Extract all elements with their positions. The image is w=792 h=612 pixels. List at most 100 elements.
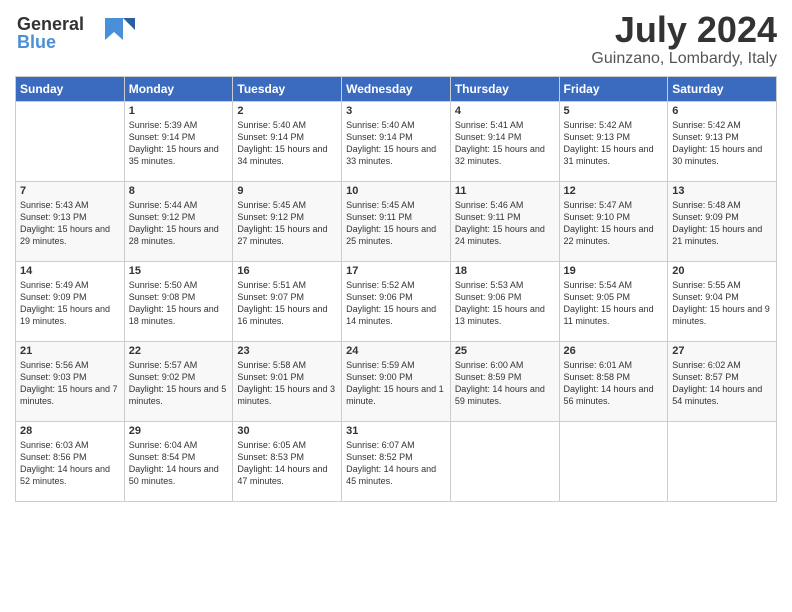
week-row-2: 7 Sunrise: 5:43 AMSunset: 9:13 PMDayligh…: [16, 181, 777, 261]
day-number: 21: [20, 345, 120, 357]
logo: General Blue: [15, 10, 145, 60]
col-friday: Friday: [559, 76, 668, 101]
cell-info: Sunrise: 5:49 AMSunset: 9:09 PMDaylight:…: [20, 279, 120, 328]
cell-info: Sunrise: 5:43 AMSunset: 9:13 PMDaylight:…: [20, 199, 120, 248]
day-number: 26: [564, 345, 664, 357]
cell-info: Sunrise: 6:02 AMSunset: 8:57 PMDaylight:…: [672, 359, 772, 408]
cell-w1-d6: 5 Sunrise: 5:42 AMSunset: 9:13 PMDayligh…: [559, 101, 668, 181]
col-thursday: Thursday: [450, 76, 559, 101]
day-number: 11: [455, 185, 555, 197]
day-number: 3: [346, 105, 446, 117]
cell-w2-d4: 10 Sunrise: 5:45 AMSunset: 9:11 PMDaylig…: [342, 181, 451, 261]
cell-w5-d3: 30 Sunrise: 6:05 AMSunset: 8:53 PMDaylig…: [233, 421, 342, 501]
cell-w3-d6: 19 Sunrise: 5:54 AMSunset: 9:05 PMDaylig…: [559, 261, 668, 341]
cell-w3-d5: 18 Sunrise: 5:53 AMSunset: 9:06 PMDaylig…: [450, 261, 559, 341]
month-year-title: July 2024: [591, 10, 777, 50]
cell-info: Sunrise: 6:01 AMSunset: 8:58 PMDaylight:…: [564, 359, 664, 408]
cell-info: Sunrise: 5:42 AMSunset: 9:13 PMDaylight:…: [564, 119, 664, 168]
day-number: 30: [237, 425, 337, 437]
cell-info: Sunrise: 5:58 AMSunset: 9:01 PMDaylight:…: [237, 359, 337, 408]
day-number: 15: [129, 265, 229, 277]
day-number: 31: [346, 425, 446, 437]
day-number: 8: [129, 185, 229, 197]
cell-w5-d6: [559, 421, 668, 501]
cell-w2-d3: 9 Sunrise: 5:45 AMSunset: 9:12 PMDayligh…: [233, 181, 342, 261]
cell-w2-d2: 8 Sunrise: 5:44 AMSunset: 9:12 PMDayligh…: [124, 181, 233, 261]
day-number: 5: [564, 105, 664, 117]
cell-w1-d2: 1 Sunrise: 5:39 AMSunset: 9:14 PMDayligh…: [124, 101, 233, 181]
cell-info: Sunrise: 5:41 AMSunset: 9:14 PMDaylight:…: [455, 119, 555, 168]
cell-w5-d7: [668, 421, 777, 501]
day-number: 24: [346, 345, 446, 357]
day-number: 13: [672, 185, 772, 197]
svg-text:General: General: [17, 14, 84, 34]
cell-w1-d4: 3 Sunrise: 5:40 AMSunset: 9:14 PMDayligh…: [342, 101, 451, 181]
day-number: 12: [564, 185, 664, 197]
day-number: 20: [672, 265, 772, 277]
cell-info: Sunrise: 5:56 AMSunset: 9:03 PMDaylight:…: [20, 359, 120, 408]
cell-info: Sunrise: 5:55 AMSunset: 9:04 PMDaylight:…: [672, 279, 772, 328]
cell-w2-d5: 11 Sunrise: 5:46 AMSunset: 9:11 PMDaylig…: [450, 181, 559, 261]
location-text: Guinzano, Lombardy, Italy: [591, 50, 777, 68]
cell-w5-d4: 31 Sunrise: 6:07 AMSunset: 8:52 PMDaylig…: [342, 421, 451, 501]
day-number: 14: [20, 265, 120, 277]
day-number: 9: [237, 185, 337, 197]
day-number: 16: [237, 265, 337, 277]
cell-info: Sunrise: 6:07 AMSunset: 8:52 PMDaylight:…: [346, 439, 446, 488]
cell-info: Sunrise: 6:03 AMSunset: 8:56 PMDaylight:…: [20, 439, 120, 488]
header-row: Sunday Monday Tuesday Wednesday Thursday…: [16, 76, 777, 101]
cell-w5-d2: 29 Sunrise: 6:04 AMSunset: 8:54 PMDaylig…: [124, 421, 233, 501]
cell-w2-d6: 12 Sunrise: 5:47 AMSunset: 9:10 PMDaylig…: [559, 181, 668, 261]
cell-info: Sunrise: 5:42 AMSunset: 9:13 PMDaylight:…: [672, 119, 772, 168]
svg-text:Blue: Blue: [17, 32, 56, 52]
cell-info: Sunrise: 5:39 AMSunset: 9:14 PMDaylight:…: [129, 119, 229, 168]
cell-w4-d6: 26 Sunrise: 6:01 AMSunset: 8:58 PMDaylig…: [559, 341, 668, 421]
day-number: 4: [455, 105, 555, 117]
col-sunday: Sunday: [16, 76, 125, 101]
cell-w1-d3: 2 Sunrise: 5:40 AMSunset: 9:14 PMDayligh…: [233, 101, 342, 181]
cell-w4-d1: 21 Sunrise: 5:56 AMSunset: 9:03 PMDaylig…: [16, 341, 125, 421]
cell-info: Sunrise: 5:50 AMSunset: 9:08 PMDaylight:…: [129, 279, 229, 328]
cell-info: Sunrise: 5:54 AMSunset: 9:05 PMDaylight:…: [564, 279, 664, 328]
day-number: 18: [455, 265, 555, 277]
main-container: General Blue July 2024 Guinzano, Lombard…: [0, 0, 792, 512]
logo-svg: General Blue: [15, 10, 145, 55]
cell-w4-d2: 22 Sunrise: 5:57 AMSunset: 9:02 PMDaylig…: [124, 341, 233, 421]
cell-w2-d7: 13 Sunrise: 5:48 AMSunset: 9:09 PMDaylig…: [668, 181, 777, 261]
cell-info: Sunrise: 5:40 AMSunset: 9:14 PMDaylight:…: [346, 119, 446, 168]
cell-info: Sunrise: 5:45 AMSunset: 9:11 PMDaylight:…: [346, 199, 446, 248]
cell-info: Sunrise: 5:48 AMSunset: 9:09 PMDaylight:…: [672, 199, 772, 248]
cell-w3-d7: 20 Sunrise: 5:55 AMSunset: 9:04 PMDaylig…: [668, 261, 777, 341]
cell-info: Sunrise: 6:00 AMSunset: 8:59 PMDaylight:…: [455, 359, 555, 408]
cell-info: Sunrise: 5:46 AMSunset: 9:11 PMDaylight:…: [455, 199, 555, 248]
cell-w1-d5: 4 Sunrise: 5:41 AMSunset: 9:14 PMDayligh…: [450, 101, 559, 181]
day-number: 27: [672, 345, 772, 357]
cell-info: Sunrise: 5:57 AMSunset: 9:02 PMDaylight:…: [129, 359, 229, 408]
cell-info: Sunrise: 6:05 AMSunset: 8:53 PMDaylight:…: [237, 439, 337, 488]
day-number: 25: [455, 345, 555, 357]
calendar-table: Sunday Monday Tuesday Wednesday Thursday…: [15, 76, 777, 502]
cell-w5-d5: [450, 421, 559, 501]
title-section: July 2024 Guinzano, Lombardy, Italy: [591, 10, 777, 68]
cell-info: Sunrise: 5:51 AMSunset: 9:07 PMDaylight:…: [237, 279, 337, 328]
cell-w4-d7: 27 Sunrise: 6:02 AMSunset: 8:57 PMDaylig…: [668, 341, 777, 421]
cell-w2-d1: 7 Sunrise: 5:43 AMSunset: 9:13 PMDayligh…: [16, 181, 125, 261]
week-row-3: 14 Sunrise: 5:49 AMSunset: 9:09 PMDaylig…: [16, 261, 777, 341]
col-tuesday: Tuesday: [233, 76, 342, 101]
cell-info: Sunrise: 5:53 AMSunset: 9:06 PMDaylight:…: [455, 279, 555, 328]
cell-w3-d4: 17 Sunrise: 5:52 AMSunset: 9:06 PMDaylig…: [342, 261, 451, 341]
cell-w3-d2: 15 Sunrise: 5:50 AMSunset: 9:08 PMDaylig…: [124, 261, 233, 341]
cell-info: Sunrise: 5:59 AMSunset: 9:00 PMDaylight:…: [346, 359, 446, 408]
col-saturday: Saturday: [668, 76, 777, 101]
day-number: 17: [346, 265, 446, 277]
day-number: 23: [237, 345, 337, 357]
day-number: 29: [129, 425, 229, 437]
cell-w4-d3: 23 Sunrise: 5:58 AMSunset: 9:01 PMDaylig…: [233, 341, 342, 421]
col-wednesday: Wednesday: [342, 76, 451, 101]
day-number: 28: [20, 425, 120, 437]
cell-info: Sunrise: 5:52 AMSunset: 9:06 PMDaylight:…: [346, 279, 446, 328]
cell-w3-d1: 14 Sunrise: 5:49 AMSunset: 9:09 PMDaylig…: [16, 261, 125, 341]
week-row-1: 1 Sunrise: 5:39 AMSunset: 9:14 PMDayligh…: [16, 101, 777, 181]
cell-w1-d7: 6 Sunrise: 5:42 AMSunset: 9:13 PMDayligh…: [668, 101, 777, 181]
day-number: 10: [346, 185, 446, 197]
